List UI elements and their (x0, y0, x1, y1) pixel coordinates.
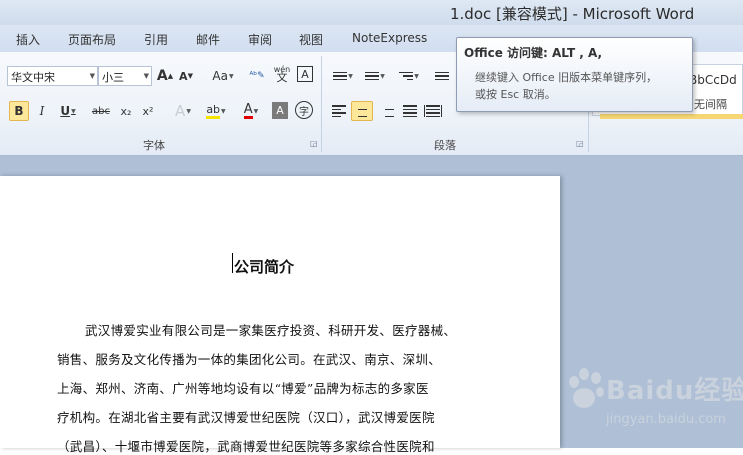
document-line: 上海、郑州、济南、广州等地均设有以“博爱”品牌为标志的多家医 (57, 381, 429, 396)
shrink-font-icon: A (179, 69, 188, 83)
clear-format-icon: ᴬᵇ✎ (249, 71, 265, 81)
text-cursor (232, 253, 233, 273)
superscript-icon: x² (142, 104, 154, 118)
paw-logo-icon (569, 368, 604, 408)
tab-page-layout[interactable]: 页面布局 (68, 31, 116, 48)
grow-font-icon: A (156, 68, 168, 84)
enclose-characters-button[interactable]: 字 (295, 101, 313, 119)
text-effects-icon: A (175, 102, 186, 120)
decrease-indent-icon (435, 71, 449, 81)
bold-icon: B (14, 104, 24, 118)
tab-review[interactable]: 审阅 (248, 31, 272, 48)
bullets-button[interactable]: ▼ (330, 66, 356, 86)
multilevel-list-button[interactable]: ▼ (396, 66, 422, 86)
font-color-button[interactable]: A ▼ (237, 101, 265, 121)
tooltip-text: 继续键入 Office 旧版本菜单键序列， (475, 71, 658, 84)
document-heading: 公司简介 (234, 258, 295, 276)
text-effects-button[interactable]: A ▼ (170, 101, 196, 121)
font-name-select[interactable]: 华文中宋 ▼ (7, 66, 98, 86)
italic-button[interactable]: I (32, 101, 52, 121)
enclose-characters-icon: 字 (299, 106, 309, 118)
subscript-button[interactable]: x₂ (116, 101, 136, 121)
font-dialog-launcher-icon[interactable]: ◲ (310, 139, 318, 148)
superscript-button[interactable]: x² (138, 101, 158, 121)
title-bar: 1.doc [兼容模式] - Microsoft Word (0, 0, 743, 25)
group-divider (321, 56, 322, 152)
tab-view[interactable]: 视图 (299, 31, 323, 48)
baidu-watermark: Baidu经验 jingyan.baidu.com (566, 360, 743, 440)
bullet-list-icon (333, 71, 348, 81)
character-shading-icon: A (276, 104, 284, 117)
style-preview: BbCcDd (689, 73, 737, 87)
justify-button[interactable] (400, 101, 420, 121)
distributed-icon (424, 105, 442, 117)
document-line: 疗机构。在湖北省主要有武汉博爱世纪医院（汉口），武汉博爱医院 (57, 410, 435, 425)
watermark-text: Baidu经验 (606, 376, 743, 406)
strikethrough-icon: abc (92, 105, 110, 117)
font-group-label: 字体 (143, 139, 165, 152)
phonetic-guide-button[interactable]: wén 文 (272, 64, 292, 84)
chevron-down-icon: ▼ (89, 72, 95, 80)
align-left-icon (332, 105, 346, 117)
bold-button[interactable]: B (9, 101, 29, 121)
italic-icon: I (39, 104, 45, 118)
highlight-button[interactable]: ab ▼ (201, 101, 231, 121)
distributed-button[interactable] (423, 101, 443, 121)
align-center-icon (355, 105, 369, 117)
font-size-select[interactable]: 小三 ▼ (98, 66, 152, 86)
justify-icon (403, 105, 417, 117)
character-border-icon: A (301, 67, 309, 81)
highlight-icon: ab (206, 103, 221, 119)
align-right-button[interactable] (377, 101, 397, 121)
underline-button[interactable]: U ▼ (55, 101, 81, 121)
tab-mailings[interactable]: 邮件 (196, 31, 220, 48)
multilevel-list-icon (399, 71, 414, 81)
tab-noteexpress[interactable]: NoteExpress (352, 31, 427, 45)
align-left-button[interactable] (329, 101, 349, 121)
font-name-value: 华文中宋 (11, 71, 55, 84)
document-line: 销售、服务及文化传播为一体的集团化公司。在武汉、南京、深圳、 (57, 352, 442, 367)
tab-insert[interactable]: 插入 (16, 31, 40, 48)
document-line: 武汉博爱实业有限公司是一家集医疗投资、科研开发、医疗器械、 (85, 323, 457, 338)
style-selection-bar (600, 114, 743, 119)
change-case-button[interactable]: Aa ▼ (209, 66, 237, 86)
document-page[interactable]: 公司简介 武汉博爱实业有限公司是一家集医疗投资、科研开发、医疗器械、 销售、服务… (0, 176, 560, 454)
decrease-indent-button[interactable] (432, 66, 452, 86)
change-case-icon: Aa (212, 69, 228, 83)
watermark-subtext: jingyan.baidu.com (606, 412, 726, 427)
chevron-down-icon: ▼ (143, 72, 149, 80)
font-color-icon: A (243, 102, 253, 119)
grow-font-button[interactable]: A ▲ (155, 66, 175, 86)
character-border-button[interactable]: A (297, 66, 313, 82)
shrink-font-button[interactable]: A ▼ (176, 66, 196, 86)
character-shading-button[interactable]: A (272, 102, 288, 119)
numbering-button[interactable]: ▼ (362, 66, 388, 86)
numbered-list-icon (365, 71, 380, 81)
window-title: 1.doc [兼容模式] - Microsoft Word (450, 5, 695, 23)
strikethrough-button[interactable]: abc (89, 101, 113, 121)
underline-icon: U (60, 104, 71, 118)
style-name: 无间隔 (694, 98, 727, 111)
clear-format-button[interactable]: ᴬᵇ✎ (247, 66, 267, 86)
tooltip-text: 或按 Esc 取消。 (475, 88, 556, 101)
document-line: （武昌）、十堰市博爱医院，武商博爱世纪医院等多家综合性医院和 (57, 439, 435, 454)
align-center-button[interactable] (351, 101, 373, 121)
align-right-icon (380, 105, 394, 117)
paragraph-dialog-launcher-icon[interactable]: ◲ (576, 139, 584, 148)
access-key-tooltip: Office 访问键: ALT , A, 继续键入 Office 旧版本菜单键序… (456, 37, 693, 112)
font-size-value: 小三 (102, 71, 124, 84)
tab-references[interactable]: 引用 (144, 31, 168, 48)
subscript-icon: x₂ (120, 104, 132, 118)
tooltip-title: Office 访问键: ALT , A, (464, 46, 603, 60)
paragraph-group-label: 段落 (434, 139, 456, 152)
